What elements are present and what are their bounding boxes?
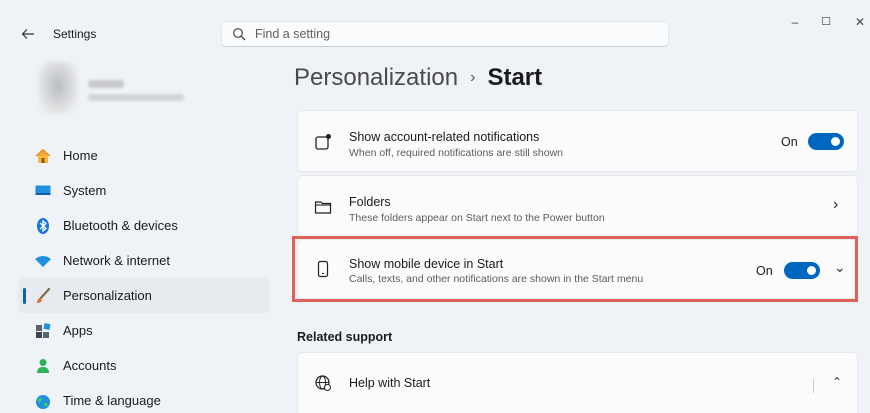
close-button[interactable]: ✕ (845, 10, 870, 34)
sidebar-item-apps[interactable]: Apps (18, 313, 270, 348)
account-notification-icon (315, 134, 331, 150)
sidebar-item-personalization[interactable]: Personalization (18, 278, 270, 313)
bluetooth-icon (34, 217, 52, 235)
toggle-knob (831, 137, 840, 146)
minimize-button[interactable]: – (780, 10, 810, 34)
globe-help-icon (315, 375, 331, 391)
back-button[interactable] (16, 22, 40, 46)
help-with-start-item[interactable]: Help with Start ⌃ (297, 352, 858, 413)
profile-name-blurred (88, 80, 124, 88)
sidebar-item-accounts[interactable]: Accounts (18, 348, 270, 383)
sidebar-item-home[interactable]: Home (18, 138, 270, 173)
chevron-up-icon[interactable]: ⌃ (832, 375, 842, 389)
sidebar-item-network[interactable]: Network & internet (18, 243, 270, 278)
toggle-state-label: On (781, 135, 798, 149)
search-box[interactable] (221, 21, 669, 47)
maximize-button[interactable]: ☐ (811, 10, 841, 34)
sidebar-item-system[interactable]: System (18, 173, 270, 208)
time-language-icon (34, 392, 52, 410)
sidebar-nav: Home System Bluetooth & devices Network … (18, 138, 270, 413)
profile-email-blurred (88, 94, 184, 101)
sidebar-item-label: System (63, 183, 107, 198)
sidebar-item-bluetooth[interactable]: Bluetooth & devices (18, 208, 270, 243)
support-item-title: Help with Start (349, 376, 431, 390)
network-icon (34, 252, 52, 270)
active-indicator (23, 288, 26, 304)
account-notifications-toggle[interactable] (808, 133, 844, 150)
personalization-icon (34, 287, 52, 305)
sidebar-item-label: Network & internet (63, 253, 170, 268)
search-input[interactable] (255, 25, 655, 43)
sidebar-item-label: Apps (63, 323, 93, 338)
sidebar-item-time-language[interactable]: Time & language (18, 383, 270, 413)
home-icon (34, 147, 52, 165)
breadcrumb-separator: › (470, 69, 476, 86)
related-support-heading: Related support (297, 330, 393, 344)
system-icon (34, 182, 52, 200)
settings-window: Settings – ☐ ✕ Home (0, 0, 870, 413)
sidebar-item-label: Accounts (63, 358, 117, 373)
folder-icon (314, 201, 332, 214)
page-title: Start (487, 64, 543, 91)
back-arrow-icon (21, 29, 34, 39)
setting-description: These folders appear on Start next to th… (349, 212, 605, 224)
sidebar-item-label: Personalization (63, 288, 152, 303)
setting-title: Folders (349, 195, 391, 209)
divider (813, 379, 814, 393)
title-bar: Settings – ☐ ✕ (0, 0, 870, 56)
breadcrumb: Personalization › Start (294, 64, 542, 92)
apps-icon (34, 322, 52, 340)
setting-title: Show account-related notifications (349, 130, 540, 144)
app-title: Settings (53, 27, 97, 41)
setting-description: When off, required notifications are sti… (349, 147, 563, 159)
chevron-right-icon: › (833, 196, 839, 213)
breadcrumb-parent[interactable]: Personalization (294, 64, 458, 91)
accounts-icon (34, 357, 52, 375)
sidebar-item-label: Home (63, 148, 98, 163)
avatar[interactable] (38, 62, 78, 114)
sidebar-item-label: Time & language (63, 393, 161, 408)
search-icon (233, 28, 246, 41)
sidebar-item-label: Bluetooth & devices (63, 218, 178, 233)
setting-account-notifications: Show account-related notifications When … (297, 110, 858, 172)
setting-folders[interactable]: Folders These folders appear on Start ne… (297, 175, 858, 237)
highlight-annotation (292, 236, 858, 302)
